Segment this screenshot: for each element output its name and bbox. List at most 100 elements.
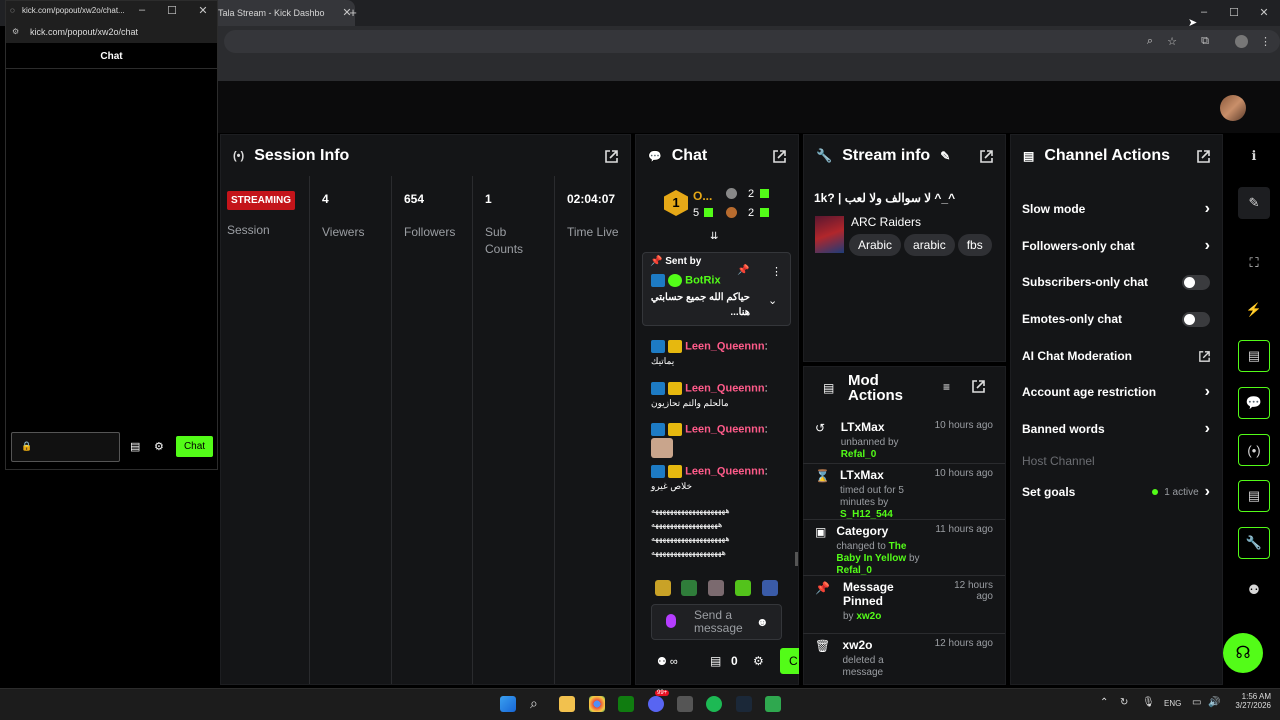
category-name[interactable]: ARC Raiders [851, 215, 921, 229]
subscribers-only-toggle[interactable] [1182, 274, 1210, 290]
store-icon[interactable]: ▤ [130, 440, 140, 453]
chat-username[interactable]: Leen_Queennn [685, 382, 764, 394]
mic-icon[interactable] [666, 614, 676, 628]
mod-target[interactable]: xw2o [842, 638, 924, 652]
top-user[interactable]: O... [693, 189, 712, 203]
start-icon[interactable] [500, 696, 516, 712]
browser-tab[interactable]: oTala Stream - Kick Dashbo [205, 0, 355, 26]
chat-username[interactable]: Leen_Queennn [685, 340, 764, 352]
set-goals-action[interactable]: Set goals 1 active › [1010, 474, 1222, 510]
site-info-icon[interactable]: ⚙ [12, 27, 19, 36]
infinity-icon[interactable]: ⚉ ∞ [657, 655, 678, 668]
chrome-icon[interactable] [589, 696, 605, 712]
category-thumbnail[interactable] [815, 216, 844, 253]
microphone-icon[interactable]: 🎙 [1142, 697, 1155, 708]
actor-name[interactable]: Refal_0 [841, 449, 877, 460]
broadcast-icon[interactable]: (•) [1238, 434, 1270, 466]
close-window-button[interactable]: ✕ [1258, 6, 1270, 19]
trash-icon: 🗑 [815, 639, 831, 653]
emote-icon[interactable] [735, 580, 751, 596]
minimize-button[interactable]: – [1198, 6, 1210, 18]
popout-send-button[interactable]: Chat [176, 436, 213, 457]
xbox-icon[interactable] [618, 696, 634, 712]
wrench-icon[interactable]: 🔧 [1238, 527, 1270, 559]
account-age-action[interactable]: Account age restriction › [1010, 374, 1222, 410]
info-icon[interactable]: ℹ [1238, 140, 1270, 172]
community-icon[interactable]: ⚉ [1238, 574, 1270, 606]
user-avatar[interactable] [1220, 95, 1246, 121]
close-window-button[interactable]: ✕ [198, 4, 208, 17]
zoom-icon[interactable]: ⌕ [1144, 35, 1156, 48]
emoji-icon[interactable]: ☻ [756, 615, 769, 629]
maximize-button[interactable]: ☐ [1228, 6, 1240, 19]
tag[interactable]: arabic [904, 234, 955, 256]
lightning-icon[interactable]: ⚡ [1238, 294, 1270, 326]
emotes-only-toggle[interactable] [1182, 311, 1210, 327]
stat-value: 02:04:07 [567, 192, 616, 206]
channel-actions-icon[interactable]: ▤ [1238, 480, 1270, 512]
actor-name[interactable]: Refal_0 [836, 565, 872, 576]
emote-icon[interactable] [762, 580, 778, 596]
send-button[interactable]: C [780, 648, 799, 674]
popout-icon[interactable] [773, 149, 786, 163]
expand-chevron-icon[interactable]: ⌄ [768, 294, 777, 307]
new-tab-button[interactable]: + [347, 5, 359, 20]
mod-target[interactable]: LTxMax [840, 468, 925, 482]
pinned-username[interactable]: BotRix [685, 274, 720, 286]
file-explorer-icon[interactable] [559, 696, 575, 712]
ai-moderation-action[interactable]: AI Chat Moderation [1010, 338, 1222, 374]
minimize-button[interactable]: – [137, 4, 147, 16]
focus-icon[interactable]: ⛶ [1238, 247, 1270, 279]
settings-gear-icon[interactable]: ⚙ [753, 654, 764, 668]
settings-gear-icon[interactable]: ⚙ [154, 440, 164, 453]
chat-username[interactable]: Leen_Queennn [685, 465, 764, 477]
emote-icon[interactable] [681, 580, 697, 596]
actor-name[interactable]: S_H12_544 [840, 509, 893, 520]
actor-name[interactable]: xw2o [856, 611, 881, 622]
unpin-icon[interactable]: 📌 [737, 265, 749, 276]
document-icon: ▤ [823, 381, 835, 395]
search-icon[interactable]: ⌕ [530, 695, 538, 712]
bookmark-star-icon[interactable]: ☆ [1166, 35, 1178, 48]
discord-icon[interactable] [648, 696, 664, 712]
tray-icon[interactable]: ↻ [1120, 697, 1128, 708]
chat-icon[interactable]: 💬 [1238, 387, 1270, 419]
profile-icon[interactable] [1235, 35, 1248, 48]
steam-icon[interactable] [736, 696, 752, 712]
filter-icon[interactable]: ≡ [943, 380, 950, 394]
app-icon[interactable] [677, 696, 693, 712]
extensions-icon[interactable]: ⧉ [1199, 35, 1211, 48]
more-icon[interactable]: ⋮ [771, 265, 782, 278]
display-icon[interactable]: ▭ [1192, 697, 1201, 708]
popout-icon[interactable] [1197, 149, 1210, 163]
maximize-button[interactable]: ☐ [167, 4, 177, 17]
edit-pencil-icon[interactable]: ✎ [940, 149, 950, 163]
emote-icon[interactable] [655, 580, 671, 596]
store-icon[interactable]: ▤ [710, 654, 721, 668]
clock[interactable]: 1:56 AM 3/27/2026 [1229, 692, 1271, 710]
popout-icon[interactable] [605, 149, 618, 163]
volume-icon[interactable]: 🔊 [1208, 697, 1220, 708]
chat-scrollbar[interactable] [795, 552, 798, 566]
app-icon[interactable] [765, 696, 781, 712]
popout-icon[interactable] [972, 380, 985, 393]
tag[interactable]: fbs [957, 234, 992, 256]
popout-icon[interactable] [980, 149, 993, 163]
spotify-icon[interactable] [706, 696, 722, 712]
tray-chevron-icon[interactable]: ⌃ [1100, 697, 1108, 708]
emote-icon[interactable] [708, 580, 724, 596]
notes-icon[interactable]: ▤ [1238, 340, 1270, 372]
tag[interactable]: Arabic [849, 234, 902, 256]
menu-kebab-icon[interactable]: ⋮ [1260, 35, 1271, 48]
filter-down-icon[interactable]: ⇊ [710, 231, 718, 242]
language-indicator[interactable]: ENG [1164, 699, 1181, 708]
followers-only-action[interactable]: Followers-only chat › [1010, 228, 1222, 264]
edit-pencil-icon[interactable]: ✎ [1238, 187, 1270, 219]
banned-words-action[interactable]: Banned words › [1010, 411, 1222, 447]
chat-username[interactable]: Leen_Queennn [685, 423, 764, 435]
address-bar[interactable] [224, 30, 1280, 53]
support-headset-button[interactable]: ☊ [1223, 633, 1263, 673]
slow-mode-action[interactable]: Slow mode › [1010, 191, 1222, 227]
mod-target[interactable]: LTxMax [841, 420, 925, 434]
tab-title: oTala Stream - Kick Dashbo [213, 8, 325, 18]
